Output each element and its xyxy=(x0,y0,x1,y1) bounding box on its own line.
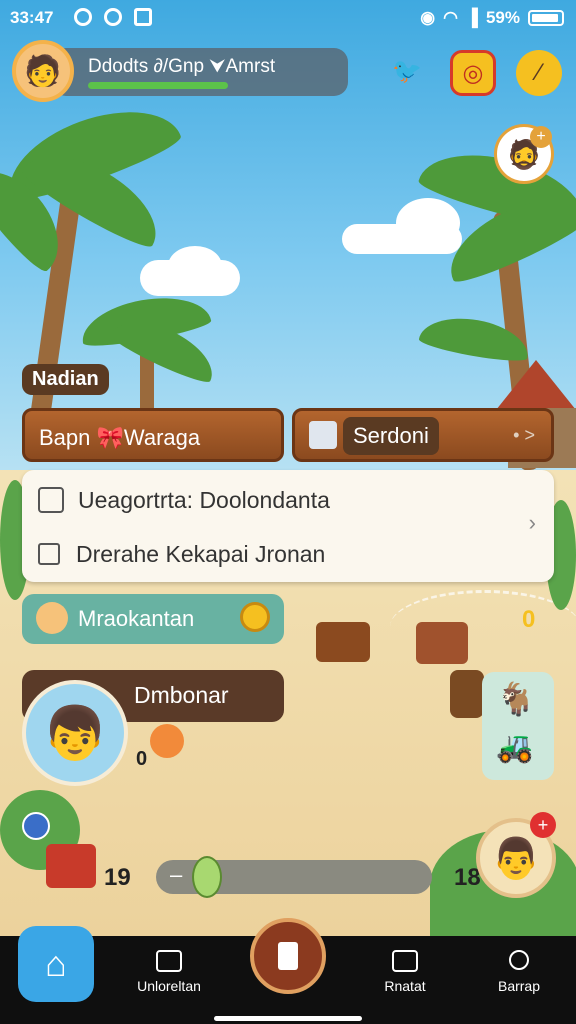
alarm-icon: ◉ xyxy=(420,8,436,27)
minus-icon[interactable]: – xyxy=(170,862,182,888)
tractor-icon: 🚜 xyxy=(496,731,534,764)
edit-icon xyxy=(38,487,64,513)
quest-teal-label: Mraokantan xyxy=(78,606,195,631)
add-friend-icon[interactable]: + xyxy=(530,812,556,838)
notification-icon xyxy=(74,8,92,26)
barrel-prop[interactable] xyxy=(450,670,484,718)
nav-label-rnatat: Rnatat xyxy=(384,978,426,994)
add-badge-icon[interactable]: + xyxy=(530,126,552,148)
coin-icon[interactable] xyxy=(240,602,270,632)
menu-item-1-label: Ueagortrta: Doolondanta xyxy=(78,486,330,513)
fruit-basket[interactable] xyxy=(416,622,468,664)
menu-item-1[interactable]: Ueagortrta: Doolondanta xyxy=(38,478,518,522)
shop-icon xyxy=(309,421,337,449)
shield-icon[interactable] xyxy=(22,812,50,840)
player-info: Ddodts ∂/Gnp ⮟Amrst xyxy=(52,48,348,96)
edit-icon[interactable]: ∕ xyxy=(516,50,562,96)
coin-gift-icon[interactable]: ◎ xyxy=(450,50,496,96)
nav-item-rnatat[interactable]: Rnatat xyxy=(370,950,440,994)
action-button-right-label: Serdoni xyxy=(343,417,439,455)
nav-label-barrap: Barrap xyxy=(497,978,541,994)
action-button-left[interactable]: Bapn 🎀Waraga xyxy=(22,408,284,462)
center-action-button[interactable] xyxy=(250,918,326,994)
menu-item-2-label: Drerahe Kekapai Jronan xyxy=(76,540,326,567)
small-count: 0 xyxy=(136,748,148,770)
chevron-right-icon[interactable]: › xyxy=(529,510,536,536)
progress-slider[interactable]: – xyxy=(156,856,432,898)
wifi-icon: ◠ xyxy=(443,8,458,27)
balloon-icon[interactable] xyxy=(150,724,184,758)
notification-icon xyxy=(104,8,122,26)
status-time: 33:47 xyxy=(10,8,54,27)
cloud xyxy=(396,198,460,248)
slider-thumb[interactable] xyxy=(192,856,222,898)
menu-card: Ueagortrta: Doolondanta Drerahe Kekapai … xyxy=(22,470,554,582)
battery-icon xyxy=(528,10,564,26)
player-profile-bar[interactable]: 🧑 Ddodts ∂/Gnp ⮟Amrst xyxy=(12,40,348,102)
player-name: Ddodts ∂/Gnp ⮟Amrst xyxy=(88,56,276,77)
nav-item-unloreltan[interactable]: Unloreltan xyxy=(124,950,214,994)
red-cart-prop[interactable] xyxy=(46,844,96,888)
character-portrait[interactable]: 👦 xyxy=(22,680,128,786)
quest-brown-label: Dmbonar xyxy=(134,682,229,708)
folder-icon xyxy=(156,950,182,972)
badge-count: 0 xyxy=(522,606,536,633)
nav-label-unloreltan: Unloreltan xyxy=(137,978,201,994)
action-button-left-label: Bapn 🎀Waraga xyxy=(39,425,201,450)
npc-small-avatar xyxy=(36,602,68,634)
menu-item-2[interactable]: Drerahe Kekapai Jronan xyxy=(38,532,518,576)
xp-progress-bar xyxy=(88,82,228,89)
nav-item-barrap[interactable]: Barrap xyxy=(484,950,554,994)
quest-teal-bar[interactable]: Mraokantan xyxy=(22,594,284,644)
animal-icon: 🐐 xyxy=(496,681,536,717)
home-button[interactable]: ⌂ xyxy=(18,926,94,1002)
signal-icon: ▐ xyxy=(465,8,478,27)
cart-prop[interactable] xyxy=(316,622,370,662)
search-icon xyxy=(509,950,529,970)
action-button-right[interactable]: Serdoni • > xyxy=(292,408,554,462)
bottom-nav: ⌂ Unloreltan Rnatat Barrap xyxy=(0,918,576,1024)
home-indicator xyxy=(214,1016,362,1021)
message-icon xyxy=(134,8,152,26)
chevron-right-icon: • > xyxy=(513,425,535,445)
bird-icon[interactable]: 🐦 xyxy=(384,48,430,94)
section-label: Nadian xyxy=(22,364,109,395)
inventory-icon xyxy=(392,950,418,972)
player-avatar[interactable]: 🧑 xyxy=(12,40,74,102)
center-action-icon xyxy=(278,942,298,970)
status-bar: 33:47 ◉ ◠ ▐ 59% xyxy=(0,0,576,36)
battery-percent: 59% xyxy=(485,8,520,27)
left-counter: 19 xyxy=(104,864,131,891)
home-icon: ⌂ xyxy=(45,943,67,984)
square-icon xyxy=(38,543,60,565)
cloud xyxy=(168,246,222,286)
